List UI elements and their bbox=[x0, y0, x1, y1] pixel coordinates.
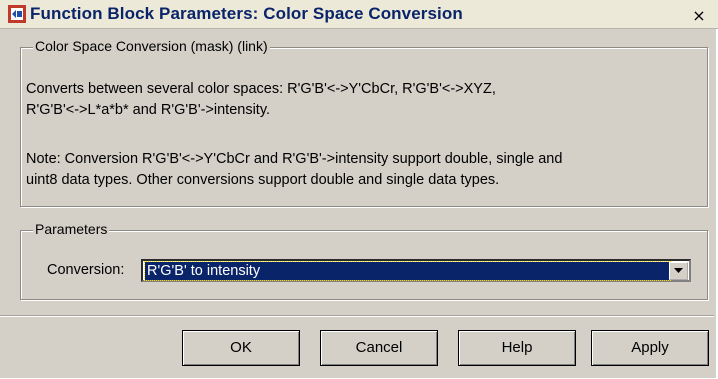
mask-group-title: Color Space Conversion (mask) (link) bbox=[33, 38, 270, 54]
title-bar[interactable]: Function Block Parameters: Color Space C… bbox=[0, 0, 718, 29]
apply-button[interactable]: Apply bbox=[591, 330, 709, 366]
conversion-selected-value: R'G'B' to intensity bbox=[144, 261, 671, 281]
block-note: Note: Conversion R'G'B'<->Y'CbCr and R'G… bbox=[26, 151, 563, 188]
chevron-down-icon bbox=[674, 268, 683, 273]
parameters-group-title: Parameters bbox=[33, 221, 110, 237]
ok-button[interactable]: OK bbox=[182, 330, 300, 366]
simulink-block-icon bbox=[8, 5, 26, 23]
button-divider bbox=[0, 315, 714, 317]
dialog-window: Function Block Parameters: Color Space C… bbox=[0, 0, 718, 378]
conversion-label: Conversion: bbox=[47, 262, 125, 278]
window-title: Function Block Parameters: Color Space C… bbox=[30, 4, 463, 23]
cancel-button[interactable]: Cancel bbox=[320, 330, 438, 366]
close-icon[interactable]: × bbox=[690, 7, 708, 25]
dropdown-arrow-button[interactable] bbox=[669, 262, 688, 280]
block-description: Converts between several color spaces: R… bbox=[26, 81, 496, 118]
conversion-dropdown[interactable]: R'G'B' to intensity bbox=[141, 259, 691, 282]
help-button[interactable]: Help bbox=[458, 330, 576, 366]
